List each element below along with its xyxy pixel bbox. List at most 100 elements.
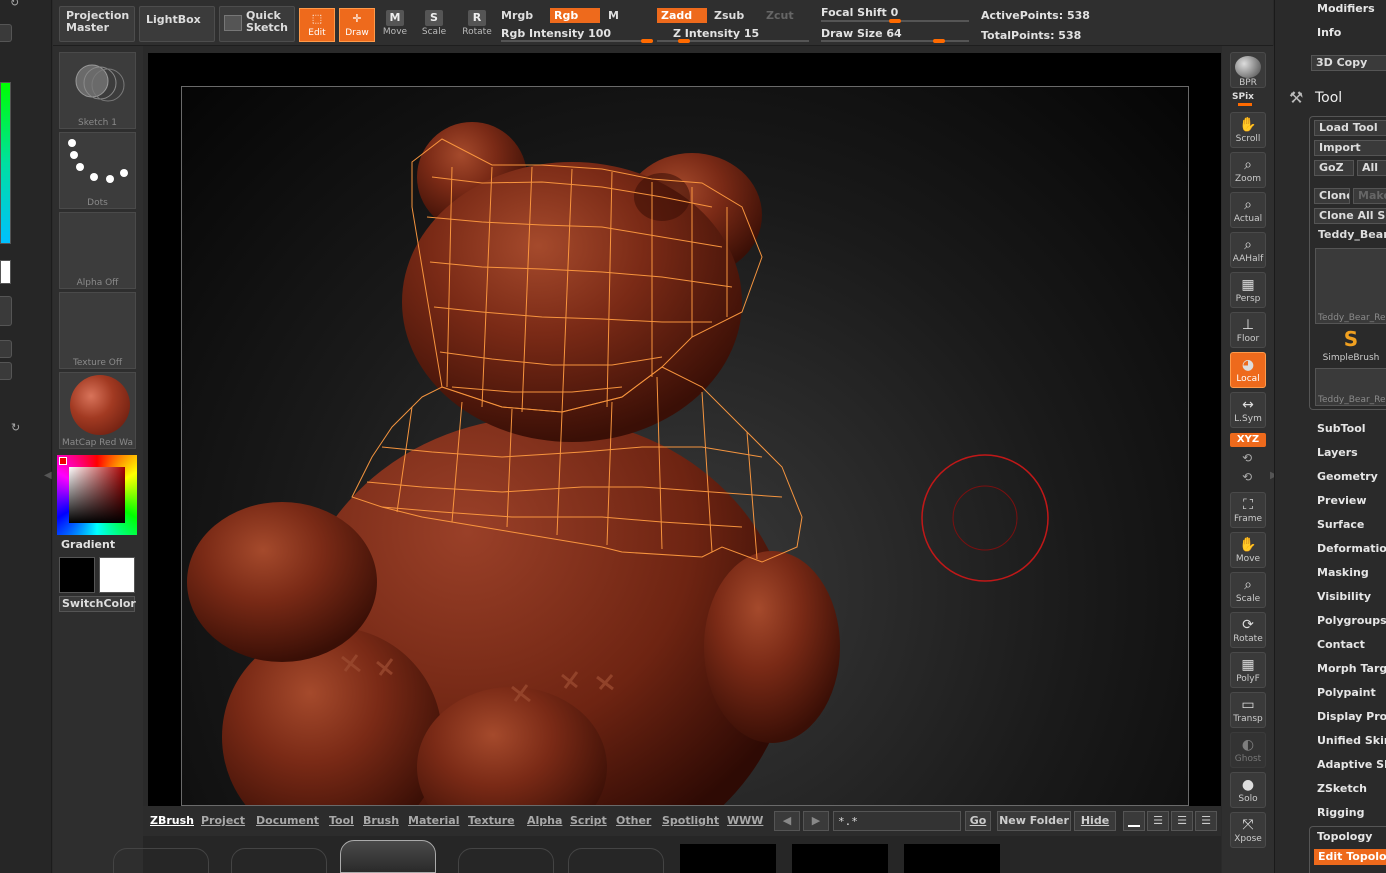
color-picker-marker[interactable] bbox=[59, 457, 67, 465]
menu-project[interactable]: Project bbox=[201, 814, 245, 827]
aahalf-button[interactable]: ⌕ AAHalf bbox=[1230, 232, 1266, 268]
unified-skin-menu[interactable]: Unified Skin bbox=[1317, 734, 1386, 747]
xyz-toggle[interactable]: XYZ bbox=[1230, 433, 1266, 447]
rgb-toggle[interactable]: Rgb bbox=[550, 8, 600, 23]
new-folder-button[interactable]: New Folder bbox=[997, 811, 1071, 831]
draw-button[interactable]: ✛ Draw bbox=[339, 8, 375, 42]
menu-tool[interactable]: Tool bbox=[329, 814, 354, 827]
move-button[interactable]: M Move bbox=[377, 8, 413, 42]
secondary-color-swatch[interactable] bbox=[99, 557, 135, 593]
load-tool-button[interactable]: Load Tool bbox=[1314, 120, 1386, 136]
menu-brush[interactable]: Brush bbox=[363, 814, 399, 827]
view-small-icon[interactable] bbox=[1123, 811, 1145, 831]
view-medium-icon[interactable]: ☰ bbox=[1147, 811, 1169, 831]
3d-copy-button[interactable]: 3D Copy bbox=[1311, 55, 1386, 71]
zcut-toggle[interactable]: Zcut bbox=[762, 8, 810, 23]
reset-icon[interactable]: ↻ bbox=[11, 421, 20, 434]
hide-button[interactable]: Hide bbox=[1074, 811, 1116, 831]
menu-www[interactable]: WWW bbox=[727, 814, 763, 827]
zsketch-menu[interactable]: ZSketch bbox=[1317, 782, 1367, 795]
tray-folder-icon[interactable] bbox=[458, 848, 554, 873]
ghost-button[interactable]: ◐ Ghost bbox=[1230, 732, 1266, 768]
menu-script[interactable]: Script bbox=[570, 814, 607, 827]
clone-all-subtools-button[interactable]: Clone All Su bbox=[1314, 208, 1386, 224]
file-filter-input[interactable] bbox=[833, 811, 961, 831]
projection-master-button[interactable]: Projection Master bbox=[59, 6, 135, 42]
topology-menu[interactable]: Topology bbox=[1317, 830, 1372, 843]
polyf-button[interactable]: ▦ PolyF bbox=[1230, 652, 1266, 688]
zadd-toggle[interactable]: Zadd bbox=[657, 8, 707, 23]
focal-shift-slider[interactable]: Focal Shift 0 bbox=[821, 6, 898, 19]
menu-document[interactable]: Document bbox=[256, 814, 319, 827]
tray-folder-selected-icon[interactable] bbox=[340, 840, 436, 873]
tool-thumbnail-2[interactable]: Teddy_Bear_Re bbox=[1315, 368, 1386, 406]
rotate-view-button[interactable]: ⟳ Rotate bbox=[1230, 612, 1266, 648]
edit-button[interactable]: ⬚ Edit bbox=[299, 8, 335, 42]
material-thumbnail[interactable]: MatCap Red Wa bbox=[59, 372, 136, 449]
surface-menu[interactable]: Surface bbox=[1317, 518, 1364, 531]
tray-folder-icon[interactable] bbox=[231, 848, 327, 873]
stroke-thumbnail[interactable]: Sketch 1 bbox=[59, 52, 136, 129]
spix-knob[interactable] bbox=[1238, 103, 1252, 106]
mrgb-toggle[interactable]: Mrgb bbox=[497, 8, 545, 23]
make-button[interactable]: Make bbox=[1353, 188, 1386, 204]
tool-title[interactable]: Tool bbox=[1315, 90, 1342, 106]
masking-menu[interactable]: Masking bbox=[1317, 566, 1369, 579]
switch-color-button[interactable]: SwitchColor bbox=[59, 596, 136, 612]
menu-material[interactable]: Material bbox=[408, 814, 459, 827]
refresh-icon[interactable]: ↻ bbox=[10, 0, 19, 9]
quick-sketch-button[interactable]: Quick Sketch bbox=[219, 6, 295, 42]
layers-menu[interactable]: Layers bbox=[1317, 446, 1358, 459]
tray-folder-icon[interactable] bbox=[568, 848, 664, 873]
rotate-z-icon[interactable]: ⟲ bbox=[1242, 470, 1252, 484]
menu-other[interactable]: Other bbox=[616, 814, 651, 827]
local-button[interactable]: ◕ Local bbox=[1230, 352, 1266, 388]
rgb-intensity-knob[interactable] bbox=[641, 39, 653, 43]
info-menu[interactable]: Info bbox=[1317, 26, 1341, 39]
polygroups-menu[interactable]: Polygroups bbox=[1317, 614, 1386, 627]
spix-slider[interactable]: SPix bbox=[1232, 92, 1254, 102]
view-large-icon[interactable]: ☰ bbox=[1171, 811, 1193, 831]
color-picker[interactable] bbox=[57, 455, 137, 535]
tray-toggle-button[interactable] bbox=[0, 24, 12, 42]
subtool-menu[interactable]: SubTool bbox=[1317, 422, 1366, 435]
edit-topology-button[interactable]: Edit Topolo bbox=[1314, 849, 1386, 865]
tray-thumbnail[interactable] bbox=[680, 844, 776, 873]
tray-slider-button[interactable] bbox=[0, 296, 12, 326]
import-button[interactable]: Import bbox=[1314, 140, 1386, 156]
actual-button[interactable]: ⌕ Actual bbox=[1230, 192, 1266, 228]
tray-thumbnail[interactable] bbox=[792, 844, 888, 873]
prev-arrow-icon[interactable]: ◀ bbox=[774, 811, 800, 831]
morph-target-menu[interactable]: Morph Targe bbox=[1317, 662, 1386, 675]
transp-button[interactable]: ▭ Transp bbox=[1230, 692, 1266, 728]
deformation-menu[interactable]: Deformation bbox=[1317, 542, 1386, 555]
primary-color-swatch[interactable] bbox=[59, 557, 95, 593]
go-button[interactable]: Go bbox=[965, 811, 991, 831]
tool-thumbnail-1[interactable]: Teddy_Bear_Re bbox=[1315, 248, 1386, 324]
lightbox-button[interactable]: LightBox bbox=[139, 6, 215, 42]
floor-button[interactable]: ⊥ Floor bbox=[1230, 312, 1266, 348]
preview-menu[interactable]: Preview bbox=[1317, 494, 1367, 507]
simple-brush-tool[interactable]: S SimpleBrush bbox=[1315, 328, 1386, 366]
gradient-label[interactable]: Gradient bbox=[61, 538, 115, 551]
adaptive-skin-menu[interactable]: Adaptive Sk bbox=[1317, 758, 1386, 771]
scroll-button[interactable]: ✋ Scroll bbox=[1230, 112, 1266, 148]
menu-alpha[interactable]: Alpha bbox=[527, 814, 562, 827]
tray-thumbnail[interactable] bbox=[904, 844, 1000, 873]
scale-view-button[interactable]: ⌕ Scale bbox=[1230, 572, 1266, 608]
rotate-button[interactable]: R Rotate bbox=[459, 8, 495, 42]
zoom-button[interactable]: ⌕ Zoom bbox=[1230, 152, 1266, 188]
all-button[interactable]: All bbox=[1357, 160, 1386, 176]
clone-button[interactable]: Clone bbox=[1314, 188, 1350, 204]
persp-button[interactable]: ▦ Persp bbox=[1230, 272, 1266, 308]
rigging-menu[interactable]: Rigging bbox=[1317, 806, 1364, 819]
white-swatch[interactable] bbox=[0, 260, 11, 284]
scale-button[interactable]: S Scale bbox=[416, 8, 452, 42]
color-hue-bar[interactable] bbox=[0, 82, 11, 244]
contact-menu[interactable]: Contact bbox=[1317, 638, 1365, 651]
tray-button-1[interactable] bbox=[0, 340, 12, 358]
bpr-button[interactable]: BPR bbox=[1230, 52, 1266, 88]
menu-zbrush[interactable]: ZBrush bbox=[150, 814, 194, 827]
focal-shift-knob[interactable] bbox=[889, 19, 901, 23]
solo-button[interactable]: ● Solo bbox=[1230, 772, 1266, 808]
